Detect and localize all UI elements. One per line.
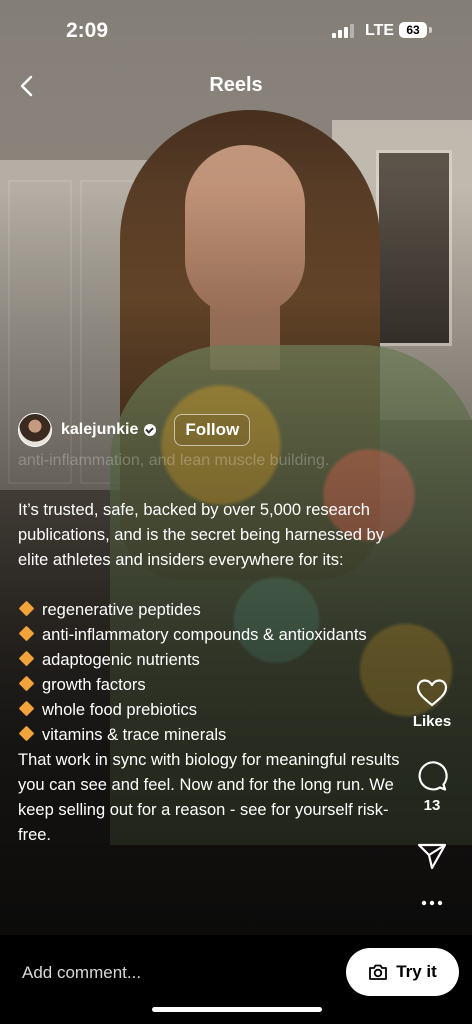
caption-intro: It’s trusted, safe, backed by over 5,000…: [18, 501, 384, 569]
try-it-label: Try it: [396, 962, 437, 981]
list-item: growth factors: [18, 673, 408, 698]
try-it-button[interactable]: Try it: [346, 948, 459, 996]
add-comment-input[interactable]: Add comment...: [22, 963, 141, 983]
more-button[interactable]: [392, 893, 472, 918]
signal-icon: [332, 24, 354, 38]
orange-diamond-icon: [18, 725, 35, 742]
orange-diamond-icon: [18, 625, 35, 642]
list-item: adaptogenic nutrients: [18, 648, 408, 673]
home-indicator[interactable]: [152, 1007, 322, 1012]
avatar[interactable]: [18, 413, 52, 447]
camera-icon: [369, 964, 388, 980]
video-overlay-text: anti-inflammation, and lean muscle build…: [18, 452, 330, 469]
status-bar: 2:09 LTE 63: [0, 0, 472, 60]
caption-bullet-list: regenerative peptides anti-inflammatory …: [18, 598, 408, 748]
orange-diamond-icon: [18, 700, 35, 717]
reel-caption[interactable]: It’s trusted, safe, backed by over 5,000…: [18, 498, 408, 848]
caption-closing: That work in sync with biology for meani…: [18, 751, 400, 844]
page-title: Reels: [209, 74, 263, 96]
comment-bubble-icon: [418, 761, 448, 791]
network-type: LTE: [365, 22, 395, 39]
battery-tip: [429, 27, 432, 33]
comments-count: 13: [423, 797, 441, 814]
likes-label: Likes: [412, 713, 452, 730]
verified-badge-icon: [144, 424, 157, 436]
comment-button[interactable]: 13: [392, 760, 472, 814]
status-time: 2:09: [66, 19, 109, 42]
author-username[interactable]: kalejunkie: [61, 421, 138, 439]
list-item: vitamins & trace minerals: [18, 723, 408, 748]
follow-button[interactable]: Follow: [174, 414, 251, 446]
more-horizontal-icon: [421, 900, 443, 906]
list-item: whole food prebiotics: [18, 698, 408, 723]
author-row: kalejunkie Follow: [18, 412, 251, 448]
list-item: regenerative peptides: [18, 598, 408, 623]
orange-diamond-icon: [18, 675, 35, 692]
battery-icon: 63: [399, 22, 427, 38]
heart-icon: [416, 679, 448, 707]
orange-diamond-icon: [18, 600, 35, 617]
paper-plane-icon: [417, 843, 447, 870]
like-button[interactable]: Likes: [392, 678, 472, 730]
orange-diamond-icon: [18, 650, 35, 667]
list-item: anti-inflammatory compounds & antioxidan…: [18, 623, 408, 648]
share-button[interactable]: [392, 842, 472, 875]
